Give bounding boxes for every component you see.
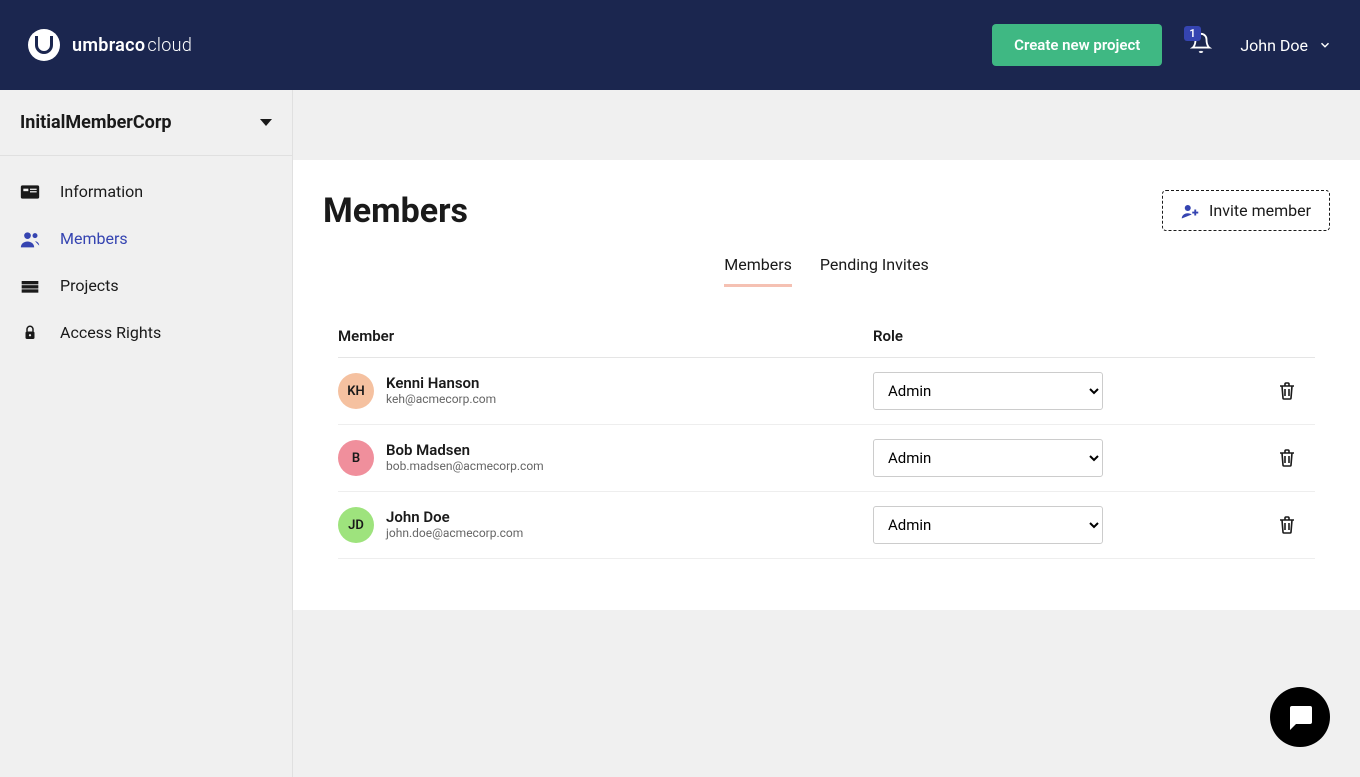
role-select[interactable]: Admin xyxy=(873,506,1103,544)
sidebar-item-information[interactable]: Information xyxy=(0,168,292,215)
table-row: KH Kenni Hansonkeh@acmecorp.com Admin xyxy=(338,358,1315,425)
tab-pending-invites[interactable]: Pending Invites xyxy=(820,255,929,287)
member-cell: JD John Doejohn.doe@acmecorp.com xyxy=(338,507,873,543)
role-select[interactable]: Admin xyxy=(873,372,1103,410)
table-row: B Bob Madsenbob.madsen@acmecorp.com Admin xyxy=(338,425,1315,492)
table-row: JD John Doejohn.doe@acmecorp.com Admin xyxy=(338,492,1315,559)
sidebar-item-projects[interactable]: Projects xyxy=(0,262,292,309)
notifications-button[interactable]: 1 xyxy=(1190,32,1212,58)
member-cell: B Bob Madsenbob.madsen@acmecorp.com xyxy=(338,440,873,476)
lock-icon xyxy=(20,324,40,342)
chat-widget[interactable] xyxy=(1270,687,1330,747)
trash-icon[interactable] xyxy=(1279,382,1295,400)
sidebar-item-label: Information xyxy=(60,182,143,201)
header: umbracocloud Create new project 1 John D… xyxy=(0,0,1360,90)
member-email: bob.madsen@acmecorp.com xyxy=(386,459,544,475)
info-card-icon xyxy=(20,183,40,201)
page-header: Members Invite member xyxy=(323,190,1330,231)
avatar: B xyxy=(338,440,374,476)
member-info: Kenni Hansonkeh@acmecorp.com xyxy=(386,374,496,408)
page-title: Members xyxy=(323,191,468,231)
sidebar-item-label: Members xyxy=(60,229,128,248)
members-table: Member Role KH Kenni Hansonkeh@acmecorp.c… xyxy=(338,315,1315,559)
create-project-button[interactable]: Create new project xyxy=(992,24,1162,66)
tabs: Members Pending Invites xyxy=(323,255,1330,287)
member-info: Bob Madsenbob.madsen@acmecorp.com xyxy=(386,441,544,475)
user-name: John Doe xyxy=(1240,36,1308,55)
content-card: Members Invite member Members Pending In… xyxy=(293,160,1360,610)
org-name: InitialMemberCorp xyxy=(20,112,172,133)
main: Members Invite member Members Pending In… xyxy=(293,90,1360,777)
caret-down-icon xyxy=(260,119,272,126)
trash-icon[interactable] xyxy=(1279,516,1295,534)
chat-icon xyxy=(1286,704,1314,730)
avatar: KH xyxy=(338,373,374,409)
sidebar-item-members[interactable]: Members xyxy=(0,215,292,262)
invite-member-button[interactable]: Invite member xyxy=(1162,190,1330,231)
header-right: Create new project 1 John Doe xyxy=(992,24,1332,66)
member-name: John Doe xyxy=(386,508,523,526)
projects-icon xyxy=(20,277,40,295)
members-icon xyxy=(20,230,40,248)
notification-badge: 1 xyxy=(1184,26,1200,41)
nav: Information Members Projects xyxy=(0,156,292,356)
logo[interactable]: umbracocloud xyxy=(28,29,192,61)
table-header: Member Role xyxy=(338,315,1315,358)
role-cell: Admin xyxy=(873,372,1173,410)
role-select[interactable]: Admin xyxy=(873,439,1103,477)
add-user-icon xyxy=(1181,203,1199,219)
logo-text: umbracocloud xyxy=(72,35,192,56)
trash-icon[interactable] xyxy=(1279,449,1295,467)
org-selector[interactable]: InitialMemberCorp xyxy=(0,90,292,156)
invite-label: Invite member xyxy=(1209,201,1311,220)
action-cell xyxy=(1173,449,1315,467)
member-email: john.doe@acmecorp.com xyxy=(386,526,523,542)
member-name: Kenni Hanson xyxy=(386,374,496,392)
chevron-down-icon xyxy=(1318,38,1332,52)
avatar: JD xyxy=(338,507,374,543)
column-member: Member xyxy=(338,327,873,345)
sidebar-item-label: Access Rights xyxy=(60,323,161,342)
member-name: Bob Madsen xyxy=(386,441,544,459)
tab-members[interactable]: Members xyxy=(724,255,792,287)
column-role: Role xyxy=(873,327,1173,345)
member-info: John Doejohn.doe@acmecorp.com xyxy=(386,508,523,542)
sidebar: InitialMemberCorp Information xyxy=(0,90,293,777)
sidebar-item-access-rights[interactable]: Access Rights xyxy=(0,309,292,356)
member-cell: KH Kenni Hansonkeh@acmecorp.com xyxy=(338,373,873,409)
action-cell xyxy=(1173,382,1315,400)
sidebar-item-label: Projects xyxy=(60,276,119,295)
user-menu[interactable]: John Doe xyxy=(1240,36,1332,55)
role-cell: Admin xyxy=(873,439,1173,477)
logo-icon xyxy=(28,29,60,61)
action-cell xyxy=(1173,516,1315,534)
role-cell: Admin xyxy=(873,506,1173,544)
member-email: keh@acmecorp.com xyxy=(386,392,496,408)
